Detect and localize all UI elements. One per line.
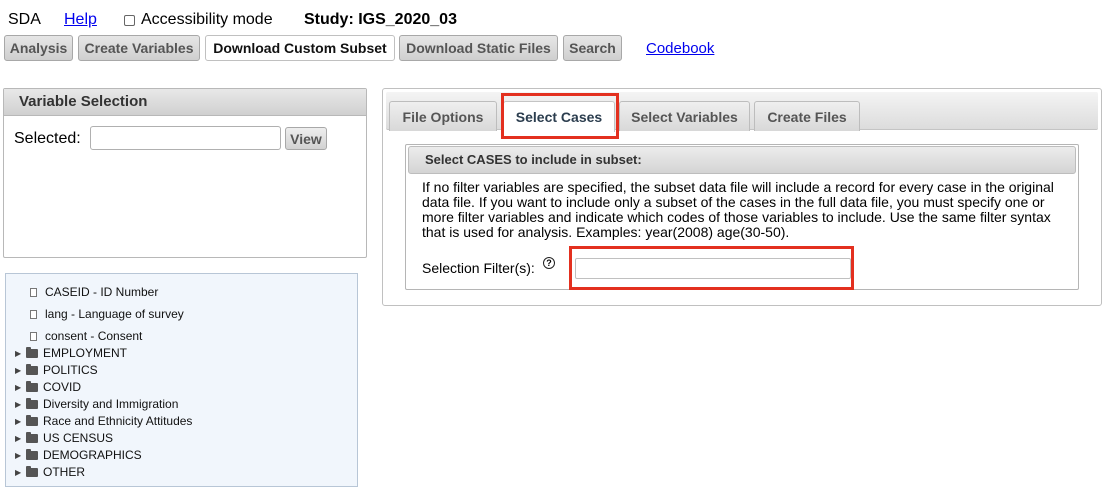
analysis-button[interactable]: Analysis <box>4 35 73 61</box>
tree-folder-label: Diversity and Immigration <box>43 397 179 411</box>
tree-folder-covid[interactable]: ▶ COVID <box>15 380 81 394</box>
expand-caret-icon[interactable]: ▶ <box>15 417 25 426</box>
variable-selection-header: Variable Selection <box>4 89 366 116</box>
accessibility-checkbox[interactable] <box>124 14 135 26</box>
tree-folder-label: COVID <box>43 380 82 394</box>
download-static-files-button[interactable]: Download Static Files <box>399 35 558 61</box>
tree-folder-label: POLITICS <box>43 363 98 377</box>
study-title: Study: IGS_2020_03 <box>304 11 457 28</box>
tree-folder-other[interactable]: ▶ OTHER <box>15 465 85 479</box>
tree-variable-label: consent - Consent <box>45 329 143 343</box>
folder-icon <box>26 397 38 409</box>
document-icon <box>30 287 37 297</box>
select-cases-header: Select CASES to include in subset: <box>408 146 1076 174</box>
download-custom-subset-button[interactable]: Download Custom Subset <box>205 35 395 61</box>
tree-folder-politics[interactable]: ▶ POLITICS <box>15 363 98 377</box>
search-button[interactable]: Search <box>563 35 622 61</box>
expand-caret-icon[interactable]: ▶ <box>15 451 25 460</box>
tree-folder-label: OTHER <box>43 465 85 479</box>
tree-variable-label: CASEID - ID Number <box>45 285 159 299</box>
expand-caret-icon[interactable]: ▶ <box>15 383 25 392</box>
tab-select-cases[interactable]: Select Cases <box>503 101 615 132</box>
tree-variable-consent[interactable]: consent - Consent <box>30 329 142 343</box>
folder-icon <box>26 380 38 392</box>
expand-caret-icon[interactable]: ▶ <box>15 468 25 477</box>
selected-input[interactable] <box>90 126 281 150</box>
variable-tree: CASEID - ID Number lang - Language of su… <box>5 273 358 487</box>
accessibility-label: Accessibility mode <box>141 11 273 28</box>
expand-caret-icon[interactable]: ▶ <box>15 366 25 375</box>
variable-selection-panel: Variable Selection Selected: View <box>3 88 367 258</box>
tree-folder-employment[interactable]: ▶ EMPLOYMENT <box>15 346 127 360</box>
tree-folder-label: Race and Ethnicity Attitudes <box>43 414 193 428</box>
tree-variable-caseid[interactable]: CASEID - ID Number <box>30 285 158 299</box>
tree-folder-us-census[interactable]: ▶ US CENSUS <box>15 431 113 445</box>
codebook-link[interactable]: Codebook <box>646 40 714 57</box>
tree-folder-race[interactable]: ▶ Race and Ethnicity Attitudes <box>15 414 192 428</box>
folder-icon <box>26 346 38 358</box>
app-name: SDA <box>8 11 41 28</box>
expand-caret-icon[interactable]: ▶ <box>15 400 25 409</box>
help-link[interactable]: Help <box>64 11 97 29</box>
tree-variable-label: lang - Language of survey <box>45 307 184 321</box>
folder-icon <box>26 465 38 477</box>
document-icon <box>30 309 37 319</box>
expand-caret-icon[interactable]: ▶ <box>15 434 25 443</box>
expand-caret-icon[interactable]: ▶ <box>15 349 25 358</box>
question-circle-icon[interactable]: ? <box>543 257 555 269</box>
folder-icon <box>26 363 38 375</box>
create-variables-button[interactable]: Create Variables <box>78 35 200 61</box>
tree-folder-demographics[interactable]: ▶ DEMOGRAPHICS <box>15 448 142 462</box>
tree-folder-label: EMPLOYMENT <box>43 346 128 360</box>
accessibility-toggle[interactable]: Accessibility mode <box>124 11 273 29</box>
tree-folder-diversity[interactable]: ▶ Diversity and Immigration <box>15 397 178 411</box>
tab-create-files[interactable]: Create Files <box>754 101 860 131</box>
tab-bar: File Options Select Cases Select Variabl… <box>386 92 1098 132</box>
tree-folder-label: US CENSUS <box>43 431 114 445</box>
folder-icon <box>26 448 38 460</box>
tab-select-variables[interactable]: Select Variables <box>619 101 750 131</box>
tree-variable-lang[interactable]: lang - Language of survey <box>30 307 184 321</box>
folder-icon <box>26 431 38 443</box>
document-icon <box>30 331 37 341</box>
selected-label: Selected: <box>14 130 81 147</box>
selection-filter-label: Selection Filter(s): <box>422 260 535 276</box>
view-button[interactable]: View <box>285 127 327 150</box>
folder-icon <box>26 414 38 426</box>
tree-folder-label: DEMOGRAPHICS <box>43 448 142 462</box>
tab-file-options[interactable]: File Options <box>389 101 497 131</box>
selection-filter-input[interactable] <box>575 258 851 279</box>
select-cases-box: Select CASES to include in subset: If no… <box>405 144 1079 290</box>
select-cases-description: If no filter variables are specified, th… <box>422 179 1054 240</box>
